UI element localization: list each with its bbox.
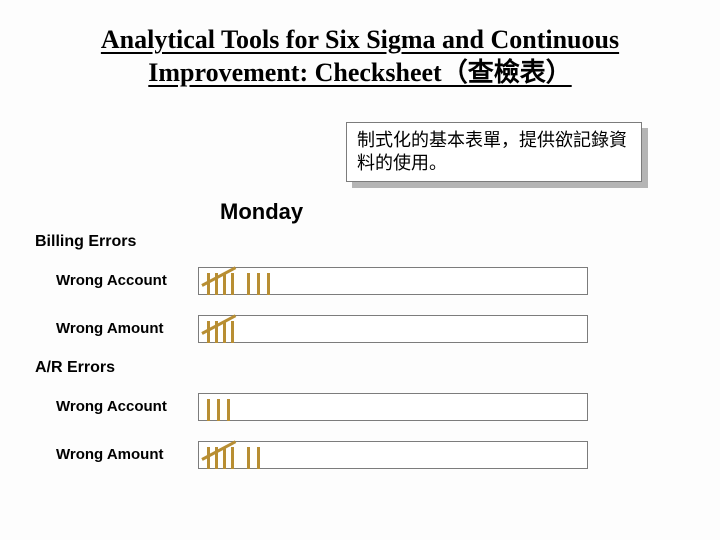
- tally-box: [198, 393, 588, 421]
- row-label: Wrong Amount: [56, 320, 163, 337]
- slide: Analytical Tools for Six Sigma and Conti…: [0, 0, 720, 540]
- tally-marks: [204, 315, 242, 343]
- callout-box: 制式化的基本表單，提供欲記錄資料的使用。: [346, 122, 642, 182]
- page-title: Analytical Tools for Six Sigma and Conti…: [40, 24, 680, 89]
- tally-marks: [204, 267, 272, 295]
- tally-marks: [204, 441, 262, 469]
- callout-text: 制式化的基本表單，提供欲記錄資料的使用。: [346, 122, 642, 182]
- group-label-ar: A/R Errors: [35, 359, 115, 377]
- row-label: Wrong Account: [56, 398, 167, 415]
- row-label: Wrong Account: [56, 272, 167, 289]
- tally-marks: [204, 393, 232, 421]
- group-label-billing: Billing Errors: [35, 233, 136, 251]
- row-label: Wrong Amount: [56, 446, 163, 463]
- day-header: Monday: [220, 199, 303, 225]
- tally-box: [198, 315, 588, 343]
